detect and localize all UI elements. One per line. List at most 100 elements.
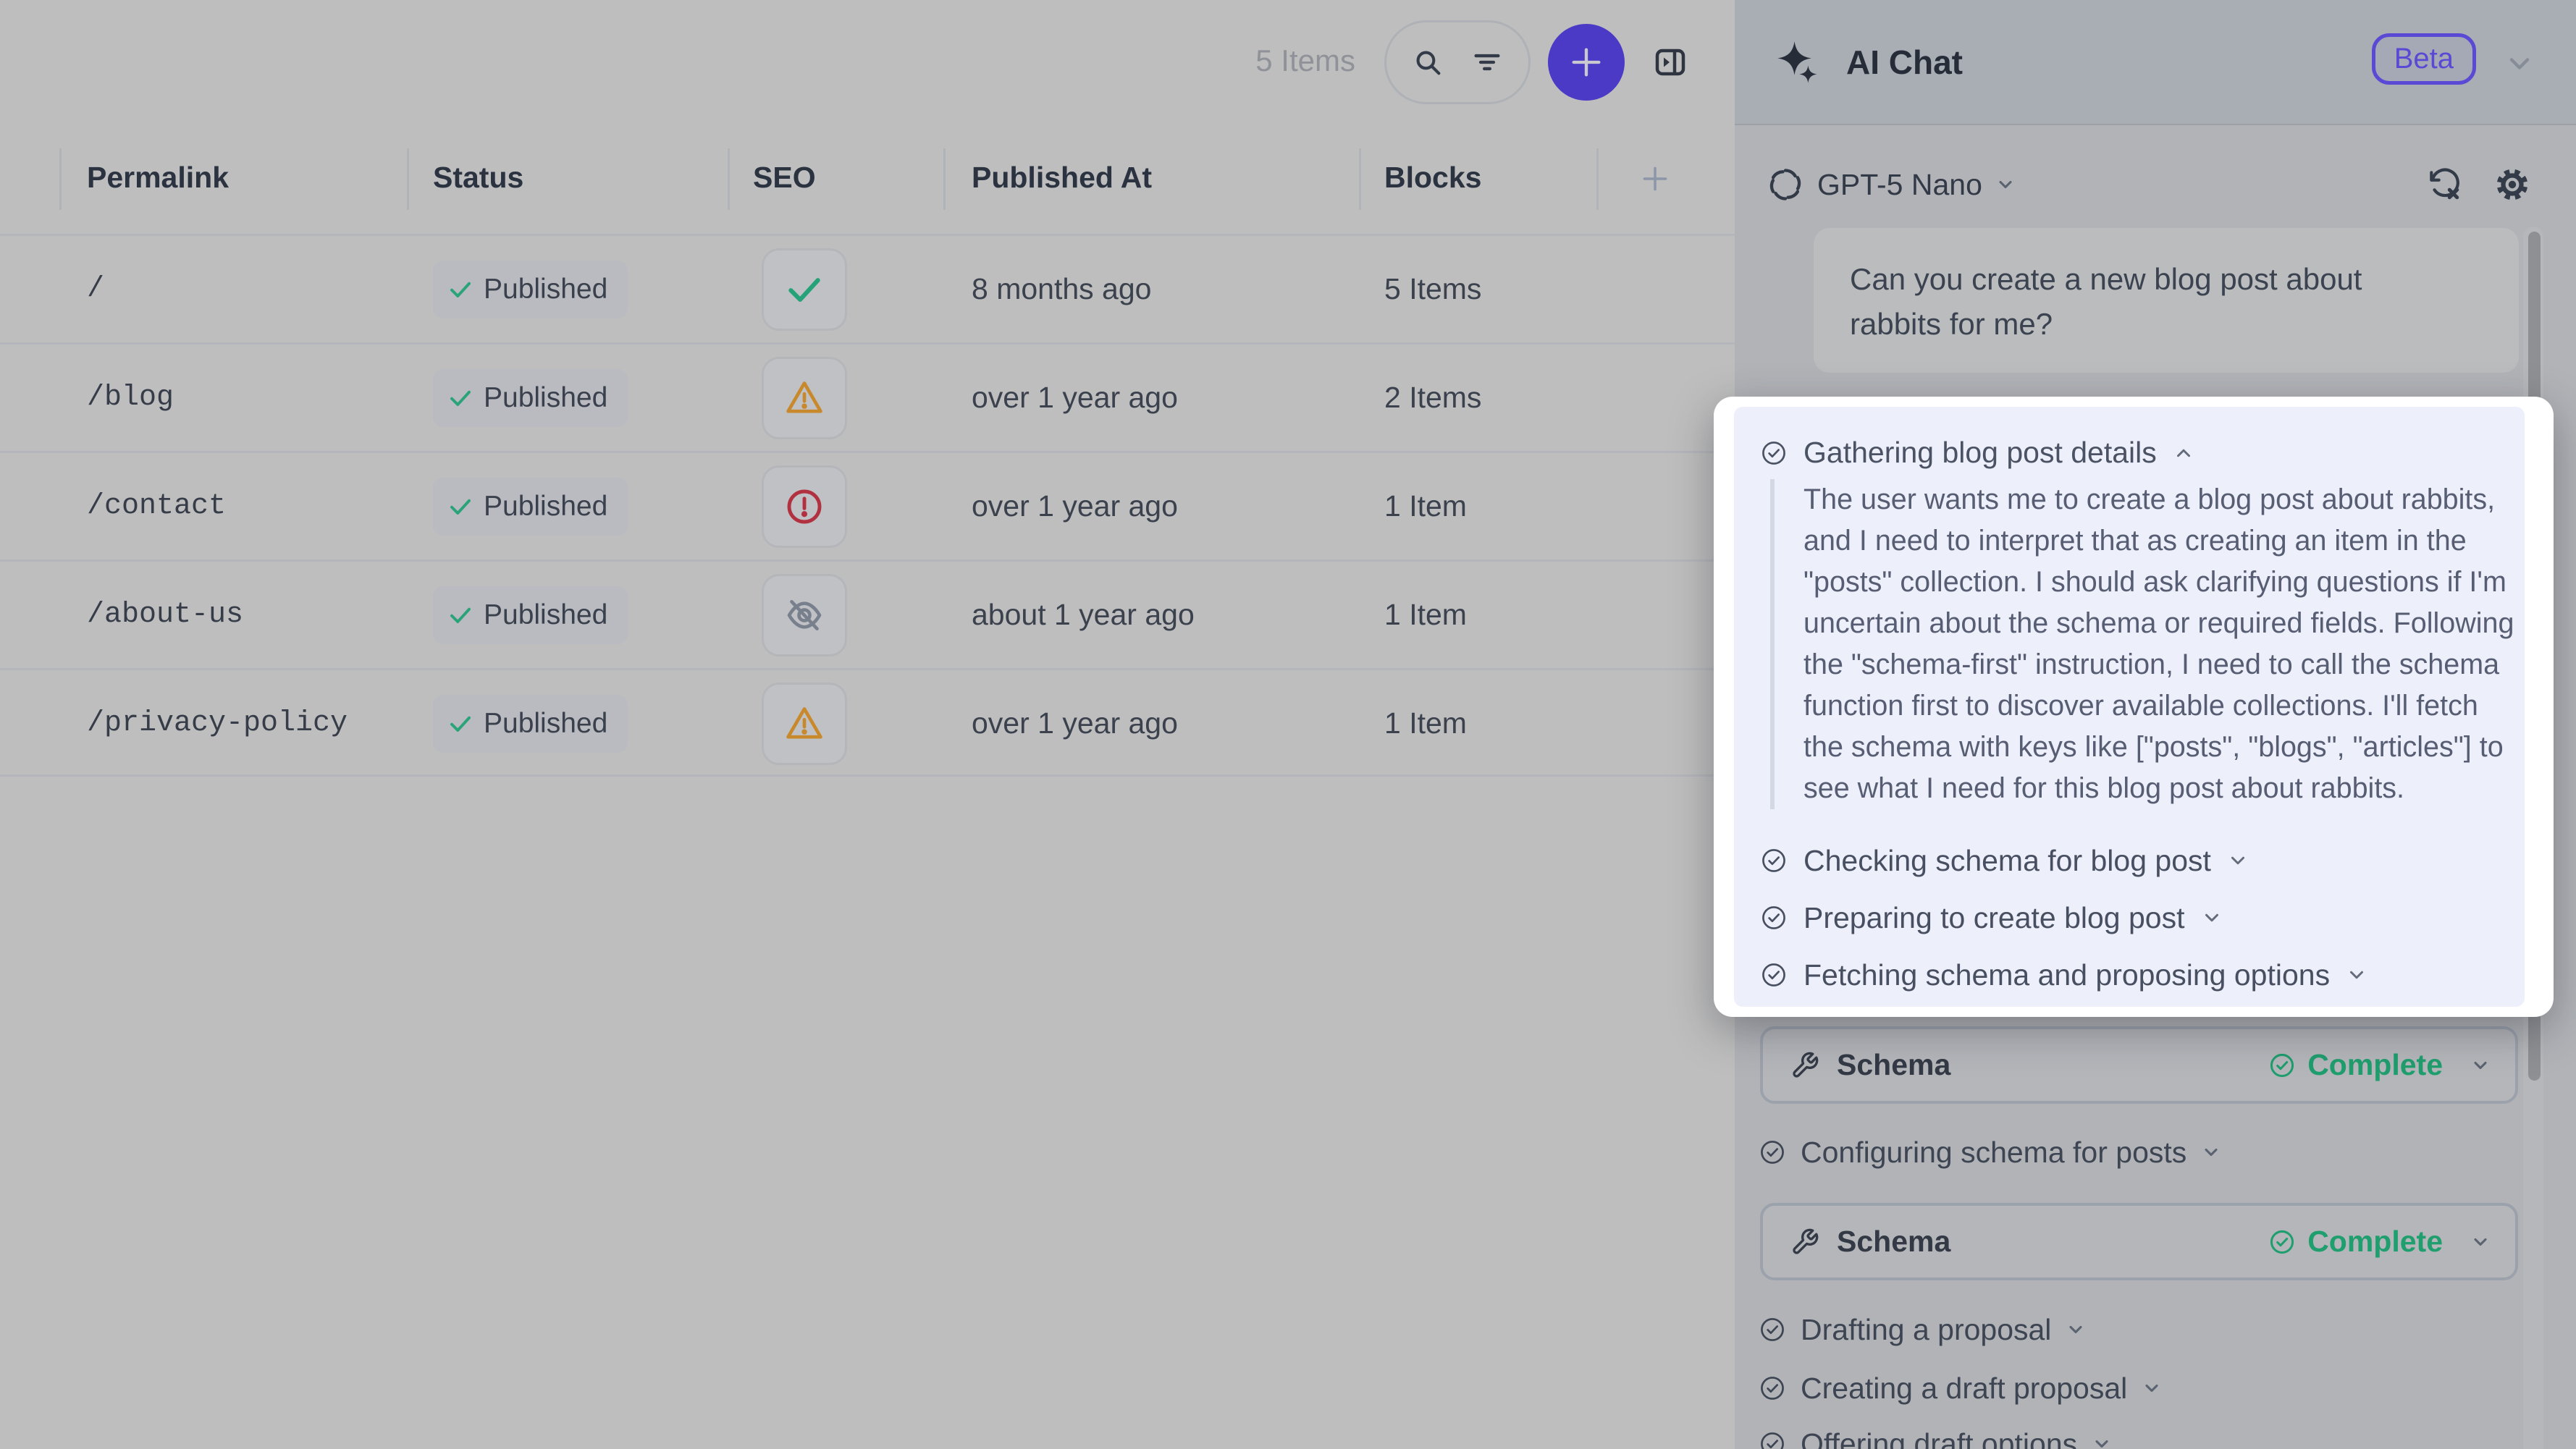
ai-chat-title: AI Chat — [1846, 43, 1963, 82]
column-header-status[interactable]: Status — [433, 161, 523, 195]
check-circle-icon — [1760, 439, 1788, 467]
chevron-down-icon — [2346, 964, 2367, 986]
tool-call-schema-card[interactable]: Schema Complete — [1760, 1026, 2518, 1104]
table-header: Permalink Status SEO Published At Blocks — [0, 0, 1735, 234]
check-circle-icon — [1759, 1316, 1786, 1343]
seo-warning-icon — [784, 704, 825, 744]
column-divider — [59, 148, 62, 210]
chevron-down-icon — [2201, 1142, 2221, 1162]
seo-indicator — [762, 357, 847, 439]
check-circle-icon — [1759, 1374, 1786, 1402]
reasoning-body: The user wants me to create a blog post … — [1770, 479, 2516, 809]
seo-ok-icon — [784, 269, 825, 310]
reasoning-step[interactable]: Drafting a proposal — [1759, 1312, 2086, 1347]
reasoning-step[interactable]: Offering draft options — [1759, 1427, 2112, 1449]
reasoning-spotlight: Gathering blog post details The user wan… — [1714, 397, 2554, 1017]
user-message-bubble: Can you create a new blog post about rab… — [1814, 228, 2519, 373]
collection-view: 5 Items — [0, 0, 1735, 1449]
check-icon — [447, 276, 473, 303]
chevron-down-icon — [2201, 907, 2223, 929]
chevron-down-icon — [2092, 1434, 2112, 1449]
sparkles-icon — [1775, 40, 1820, 85]
published-at-cell: over 1 year ago — [972, 453, 1178, 559]
check-icon — [447, 494, 473, 520]
reasoning-title-row[interactable]: Gathering blog post details — [1760, 436, 2194, 470]
chevron-down-icon[interactable] — [2504, 48, 2535, 80]
permalink-cell: /privacy-policy — [87, 670, 348, 777]
settings-gear-icon[interactable] — [2494, 166, 2530, 203]
table-body: / Published 8 months ago 5 Items /blog P… — [0, 234, 1735, 777]
status-badge: Published — [433, 586, 628, 644]
seo-warning-icon — [784, 378, 825, 418]
published-at-cell: over 1 year ago — [972, 670, 1178, 777]
chevron-down-icon — [2470, 1055, 2491, 1076]
column-divider — [407, 148, 409, 210]
beta-badge: Beta — [2372, 33, 2476, 85]
openai-logo-icon — [1767, 166, 1804, 203]
tool-name: Schema — [1837, 1225, 1950, 1259]
user-message-text: Can you create a new blog post about rab… — [1850, 257, 2429, 347]
reasoning-title: Gathering blog post details — [1803, 436, 2157, 470]
permalink-cell: / — [87, 236, 104, 342]
reasoning-step[interactable]: Configuring schema for posts — [1759, 1135, 2221, 1170]
check-circle-icon — [2268, 1228, 2296, 1256]
table-row[interactable]: /about-us Published about 1 year ago 1 I… — [0, 559, 1735, 668]
column-header-blocks[interactable]: Blocks — [1384, 161, 1481, 195]
permalink-cell: /contact — [87, 453, 226, 559]
blocks-cell: 1 Item — [1384, 453, 1467, 559]
status-badge: Published — [433, 369, 628, 427]
chevron-down-icon — [2066, 1319, 2086, 1340]
column-header-seo[interactable]: SEO — [753, 161, 816, 195]
reasoning-step[interactable]: Creating a draft proposal — [1759, 1371, 2162, 1406]
check-icon — [447, 602, 473, 628]
tool-status-complete: Complete — [2268, 1225, 2443, 1259]
status-badge: Published — [433, 695, 628, 753]
model-selector[interactable]: GPT-5 Nano — [1767, 148, 2016, 221]
model-name: GPT-5 Nano — [1817, 168, 1982, 202]
clear-history-icon[interactable] — [2426, 166, 2462, 203]
table-row[interactable]: /blog Published over 1 year ago 2 Items — [0, 342, 1735, 451]
check-circle-icon — [2268, 1052, 2296, 1079]
chevron-down-icon — [2142, 1378, 2162, 1398]
blocks-cell: 1 Item — [1384, 670, 1467, 777]
seo-indicator — [762, 465, 847, 548]
app-root: 5 Items — [0, 0, 2576, 1449]
column-divider — [1359, 148, 1361, 210]
reasoning-step[interactable]: Checking schema for blog post — [1760, 845, 2249, 876]
chevron-down-icon — [2227, 850, 2249, 871]
check-circle-icon — [1759, 1430, 1786, 1449]
seo-hidden-eye-off-icon — [784, 595, 825, 635]
add-column-icon[interactable] — [1638, 162, 1672, 195]
check-circle-icon — [1760, 904, 1788, 932]
reasoning-step[interactable]: Fetching schema and proposing options — [1760, 959, 2367, 991]
table-row[interactable]: /contact Published over 1 year ago 1 Ite… — [0, 451, 1735, 559]
blocks-cell: 1 Item — [1384, 562, 1467, 668]
reasoning-step[interactable]: Preparing to create blog post — [1760, 902, 2223, 934]
tool-status-complete: Complete — [2268, 1048, 2443, 1082]
seo-indicator — [762, 248, 847, 331]
status-badge: Published — [433, 261, 628, 318]
column-divider — [728, 148, 730, 210]
column-divider — [943, 148, 946, 210]
chevron-up-icon — [2173, 442, 2194, 464]
chevron-down-icon — [1995, 174, 2016, 195]
chevron-down-icon — [2470, 1232, 2491, 1252]
blocks-cell: 2 Items — [1384, 345, 1481, 451]
table-row[interactable]: /privacy-policy Published over 1 year ag… — [0, 668, 1735, 777]
tool-call-schema-card[interactable]: Schema Complete — [1760, 1203, 2518, 1280]
column-header-permalink[interactable]: Permalink — [87, 161, 229, 195]
published-at-cell: 8 months ago — [972, 236, 1151, 342]
check-circle-icon — [1759, 1138, 1786, 1166]
table-row[interactable]: / Published 8 months ago 5 Items — [0, 234, 1735, 342]
chat-actions — [2426, 148, 2530, 221]
reasoning-block: Gathering blog post details The user wan… — [1734, 407, 2525, 1007]
column-header-published-at[interactable]: Published At — [972, 161, 1152, 195]
check-circle-icon — [1760, 961, 1788, 989]
published-at-cell: about 1 year ago — [972, 562, 1195, 668]
published-at-cell: over 1 year ago — [972, 345, 1178, 451]
permalink-cell: /blog — [87, 345, 174, 451]
tool-name: Schema — [1837, 1048, 1950, 1082]
column-divider — [1596, 148, 1599, 210]
seo-error-icon — [784, 486, 825, 527]
seo-indicator — [762, 574, 847, 656]
